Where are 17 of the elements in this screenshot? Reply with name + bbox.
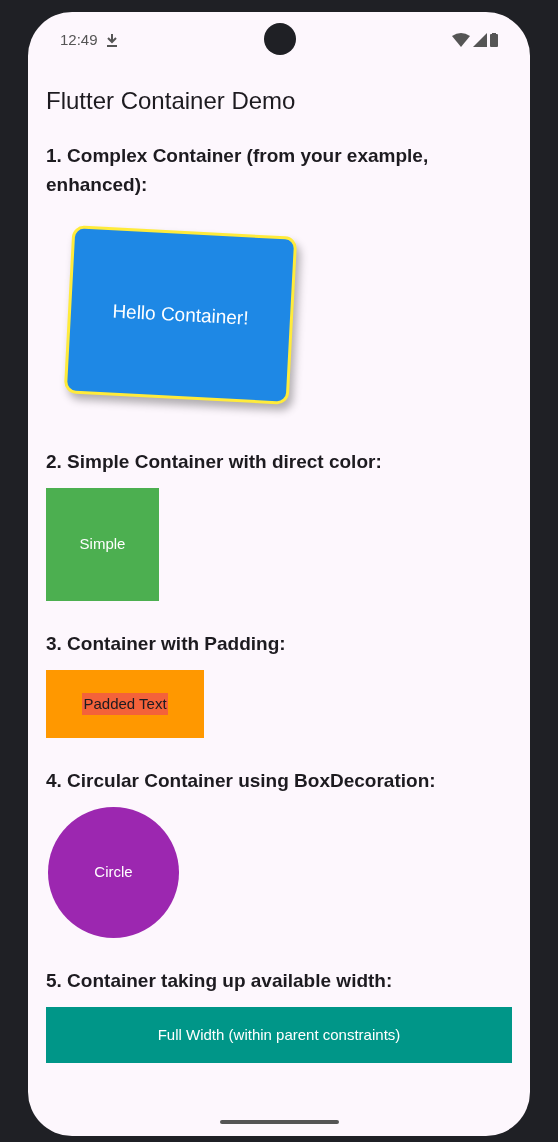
container-label: Simple: [79, 534, 126, 555]
container-label: Full Width (within parent constraints): [157, 1024, 401, 1045]
wifi-icon: [452, 33, 470, 47]
battery-icon: [490, 33, 498, 47]
app-bar-title: Flutter Container Demo: [46, 86, 297, 116]
section-heading: 5. Container taking up available width:: [46, 969, 394, 993]
status-time: 12:49: [60, 29, 98, 50]
container-label: Hello Container!: [111, 299, 250, 331]
section-heading: 1. Complex Container (from your example, enhanced):: [46, 144, 430, 197]
padded-text: Padded Text: [82, 692, 168, 716]
section-heading: 4. Circular Container using BoxDecoration:: [46, 769, 437, 793]
section-heading: 3. Container with Padding:: [46, 632, 287, 656]
section-heading: 2. Simple Container with direct color:: [46, 450, 383, 474]
container-label: Circle: [94, 862, 133, 883]
camera-cutout: [264, 23, 296, 55]
download-icon: [105, 33, 118, 47]
signal-icon: [473, 33, 487, 47]
